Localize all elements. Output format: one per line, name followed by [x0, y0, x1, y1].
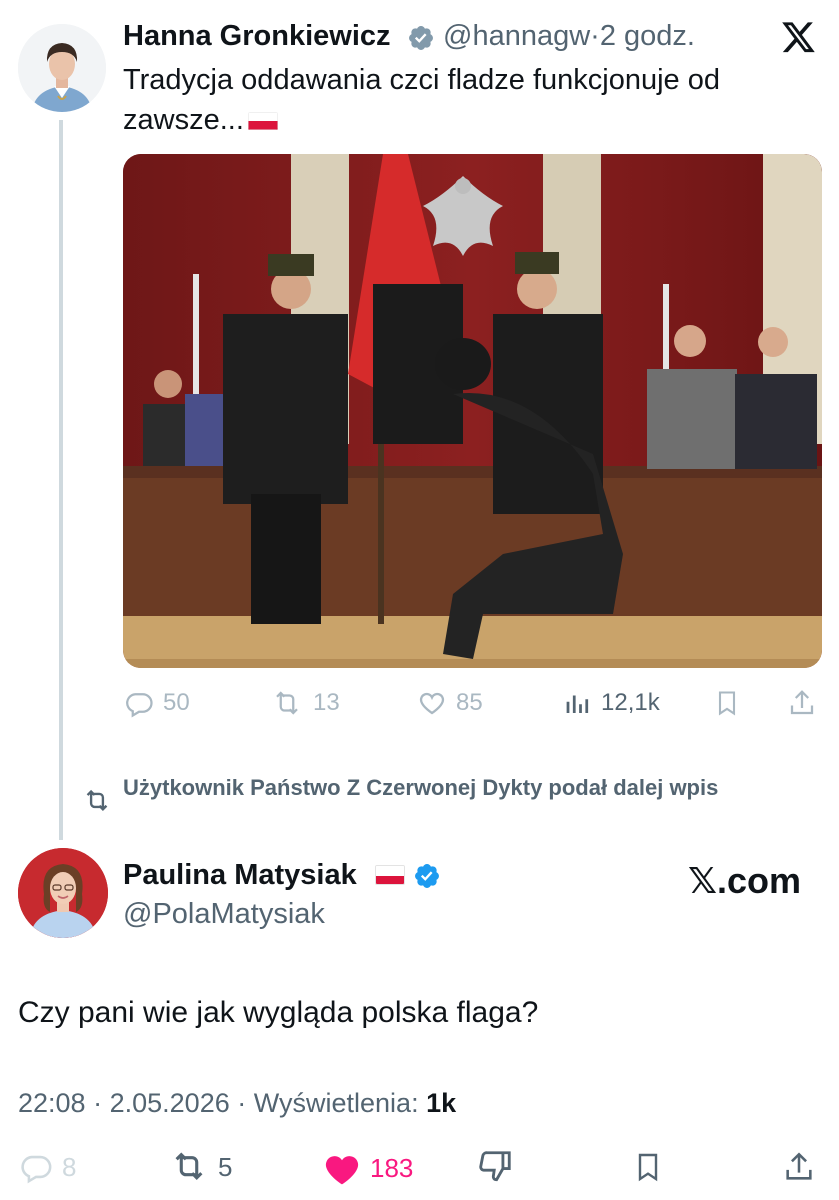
x-com-watermark: 𝕏.com [688, 860, 802, 901]
like-button[interactable]: 85 [416, 688, 483, 718]
quoted-tweet-actions: 50 13 85 12,1k [123, 684, 823, 724]
repost-notice-text[interactable]: Użytkownik Państwo Z Czerwonej Dykty pod… [123, 773, 763, 803]
poland-flag-icon [247, 112, 278, 130]
bookmark-icon [638, 1153, 658, 1182]
share-icon [790, 690, 814, 715]
views-count: 1k [426, 1088, 457, 1118]
views-chart-icon [566, 695, 589, 713]
share-icon [786, 1152, 812, 1180]
bookmark-button[interactable] [713, 688, 741, 718]
post-date[interactable]: 2.05.2026 [110, 1088, 230, 1118]
dislike-button[interactable] [476, 1148, 514, 1186]
bookmark-button[interactable] [632, 1148, 664, 1186]
reply-button[interactable]: 50 [123, 688, 190, 718]
reply-button[interactable]: 8 [18, 1150, 76, 1184]
author-handle[interactable]: @PolaMatysiak [123, 898, 325, 931]
share-button[interactable] [782, 1148, 816, 1186]
repost-notice-icon [82, 788, 112, 814]
verified-blue-icon [413, 862, 441, 890]
reply-icon [21, 1155, 52, 1184]
reply-icon [126, 693, 153, 718]
author-avatar-hanna[interactable] [18, 24, 106, 112]
tweet-meta: 22:08 · 2.05.2026 · Wyświetlenia: 1k [18, 1088, 457, 1118]
verified-gray-icon [407, 24, 435, 52]
heart-filled-icon [325, 1156, 359, 1185]
views-label: Wyświetlenia: [253, 1088, 419, 1118]
post-time[interactable]: 22:08 [18, 1088, 86, 1118]
thread-connector-line [59, 120, 63, 840]
repost-button[interactable]: 5 [168, 1150, 232, 1184]
author-handle-time: @hannagw·2 godz. [443, 20, 695, 52]
main-tweet-actions: 8 5 183 [18, 1146, 823, 1190]
repost-icon [276, 691, 298, 715]
post-time[interactable]: 2 godz. [600, 20, 695, 52]
repost-button[interactable]: 13 [269, 688, 340, 718]
x-logo-icon[interactable] [782, 22, 816, 54]
views-button[interactable]: 12,1k [563, 688, 660, 718]
share-button[interactable] [787, 688, 817, 718]
author-name[interactable]: Paulina Matysiak [123, 859, 357, 892]
bookmark-icon [718, 691, 736, 716]
poland-flag-icon [375, 865, 405, 885]
tweet-text: Tradycja oddawania czci fladze funkcjonu… [123, 64, 720, 136]
author-handle[interactable]: @hannagw [443, 20, 590, 52]
tweet-text: Czy pani wie jak wygląda polska flaga? [18, 996, 539, 1029]
tweet-photo[interactable] [123, 154, 822, 668]
like-button[interactable]: 183 [322, 1150, 413, 1186]
author-avatar-paulina[interactable] [18, 848, 108, 938]
thumbs-down-icon [479, 1151, 511, 1182]
heart-icon [419, 692, 445, 715]
repost-icon [175, 1152, 203, 1181]
author-name[interactable]: Hanna Gronkiewicz [123, 20, 391, 53]
